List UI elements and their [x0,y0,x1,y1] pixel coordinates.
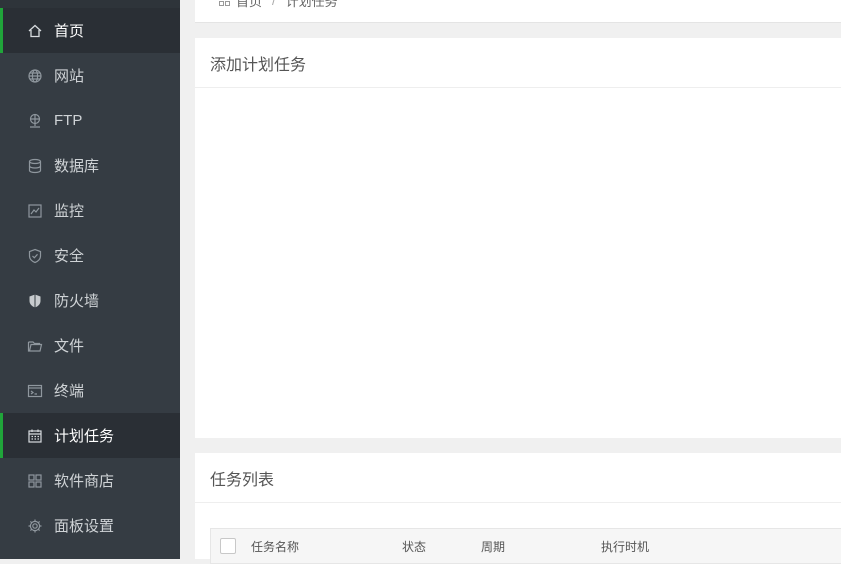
add-task-panel: 添加计划任务 [195,38,841,438]
firewall-shield-icon [27,293,43,309]
sidebar-item-label: 终端 [54,383,85,400]
folder-icon [27,338,43,354]
sidebar: 首页 网站 FTP 数据库 监控 安全 防火墙 文件 终端 计划任务 软件商店 … [0,0,180,559]
sidebar-item-ftp[interactable]: FTP [0,98,180,143]
column-status[interactable]: 状态 [402,538,426,555]
sidebar-item-store[interactable]: 软件商店 [0,458,180,503]
ftp-icon [27,113,43,129]
column-period[interactable]: 周期 [481,538,505,555]
database-icon [27,158,43,174]
sidebar-item-database[interactable]: 数据库 [0,143,180,188]
sidebar-item-label: 计划任务 [54,428,115,445]
task-list-panel: 任务列表 任务名称 状态 周期 执行时机 [195,453,841,564]
breadcrumb: 首页 / 计划任务 [219,0,338,10]
breadcrumb-home-link[interactable]: 首页 [236,0,262,10]
calendar-icon [27,428,43,444]
add-task-title: 添加计划任务 [195,38,841,88]
breadcrumb-separator: / [272,0,276,8]
column-run-timing[interactable]: 执行时机 [601,538,649,555]
sidebar-item-label: 防火墙 [54,293,100,310]
sidebar-item-label: 面板设置 [54,518,115,535]
select-all-checkbox[interactable] [220,538,236,554]
sidebar-item-label: 监控 [54,203,85,220]
sidebar-item-terminal[interactable]: 终端 [0,368,180,413]
sidebar-item-label: 文件 [54,338,85,355]
globe-icon [27,68,43,84]
column-task-name[interactable]: 任务名称 [251,538,299,555]
task-list-title: 任务列表 [195,453,841,503]
sidebar-top-strip [0,0,180,8]
sidebar-item-label: 安全 [54,248,85,265]
sidebar-item-label: 数据库 [54,158,100,175]
sidebar-item-label: 网站 [54,68,85,85]
sidebar-item-label: 软件商店 [54,473,115,490]
shield-icon [27,248,43,264]
breadcrumb-current: 计划任务 [285,0,338,9]
breadcrumb-bar: 首页 / 计划任务 [195,0,841,23]
home-grid-icon [219,0,230,6]
sidebar-item-monitor[interactable]: 监控 [0,188,180,233]
sidebar-item-security[interactable]: 安全 [0,233,180,278]
sidebar-item-label: 首页 [54,23,85,40]
monitor-chart-icon [27,203,43,219]
sidebar-item-firewall[interactable]: 防火墙 [0,278,180,323]
sidebar-item-settings[interactable]: 面板设置 [0,503,180,548]
sidebar-item-label: FTP [54,112,83,129]
terminal-icon [27,383,43,399]
sidebar-item-home[interactable]: 首页 [0,8,180,53]
grid-apps-icon [27,473,43,489]
gear-icon [27,518,43,534]
sidebar-item-website[interactable]: 网站 [0,53,180,98]
sidebar-item-files[interactable]: 文件 [0,323,180,368]
home-icon [27,23,43,39]
sidebar-item-cron[interactable]: 计划任务 [0,413,180,458]
